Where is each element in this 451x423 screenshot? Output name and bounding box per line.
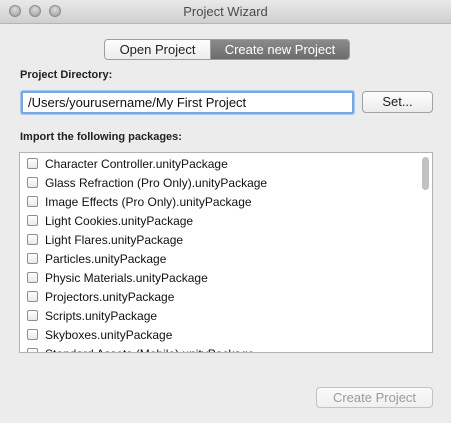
package-label: Glass Refraction (Pro Only).unityPackage: [45, 175, 268, 190]
package-checkbox[interactable]: [27, 272, 38, 283]
package-list-item[interactable]: Projectors.unityPackage: [20, 287, 267, 306]
package-list-item[interactable]: Image Effects (Pro Only).unityPackage: [20, 192, 267, 211]
package-list-item[interactable]: Standard Assets (Mobile).unityPackage: [20, 344, 267, 353]
package-list-scroll-thumb[interactable]: [422, 157, 429, 190]
window-title: Project Wizard: [183, 4, 268, 19]
package-label: Standard Assets (Mobile).unityPackage: [45, 347, 254, 353]
project-wizard-window: Project Wizard Open Project Create new P…: [0, 0, 451, 423]
package-list: Character Controller.unityPackage Glass R…: [19, 152, 433, 353]
package-label: Light Cookies.unityPackage: [45, 213, 194, 228]
package-list-item[interactable]: Skyboxes.unityPackage: [20, 325, 267, 344]
package-list-item[interactable]: Scripts.unityPackage: [20, 306, 267, 325]
package-checkbox[interactable]: [27, 234, 38, 245]
package-list-item[interactable]: Glass Refraction (Pro Only).unityPackage: [20, 173, 267, 192]
package-list-item[interactable]: Physic Materials.unityPackage: [20, 268, 267, 287]
package-checkbox[interactable]: [27, 215, 38, 226]
package-label: Character Controller.unityPackage: [45, 156, 228, 171]
package-checkbox[interactable]: [27, 348, 38, 352]
create-project-button[interactable]: Create Project: [316, 387, 433, 408]
package-list-item[interactable]: Particles.unityPackage: [20, 249, 267, 268]
package-label: Skyboxes.unityPackage: [45, 327, 173, 342]
package-label: Particles.unityPackage: [45, 251, 167, 266]
package-label: Image Effects (Pro Only).unityPackage: [45, 194, 252, 209]
project-directory-input[interactable]: [21, 91, 354, 114]
set-directory-button[interactable]: Set...: [362, 91, 433, 113]
package-label: Projectors.unityPackage: [45, 289, 175, 304]
package-checkbox[interactable]: [27, 253, 38, 264]
package-checkbox[interactable]: [27, 158, 38, 169]
tab-create-new-project[interactable]: Create new Project: [211, 40, 349, 59]
title-bar: Project Wizard: [0, 0, 451, 24]
package-label: Scripts.unityPackage: [45, 308, 158, 323]
project-directory-label: Project Directory:: [20, 69, 113, 81]
tab-open-project[interactable]: Open Project: [105, 40, 211, 59]
package-label: Light Flares.unityPackage: [45, 232, 184, 247]
packages-label: Import the following packages:: [20, 131, 182, 143]
package-checkbox[interactable]: [27, 196, 38, 207]
package-list-item[interactable]: Character Controller.unityPackage: [20, 154, 267, 173]
package-label: Physic Materials.unityPackage: [45, 270, 208, 285]
tab-switcher: Open Project Create new Project: [104, 39, 350, 60]
package-list-item[interactable]: Light Flares.unityPackage: [20, 230, 267, 249]
package-list-item[interactable]: Light Cookies.unityPackage: [20, 211, 267, 230]
package-checkbox[interactable]: [27, 329, 38, 340]
package-checkbox[interactable]: [27, 177, 38, 188]
package-checkbox[interactable]: [27, 291, 38, 302]
package-checkbox[interactable]: [27, 310, 38, 321]
